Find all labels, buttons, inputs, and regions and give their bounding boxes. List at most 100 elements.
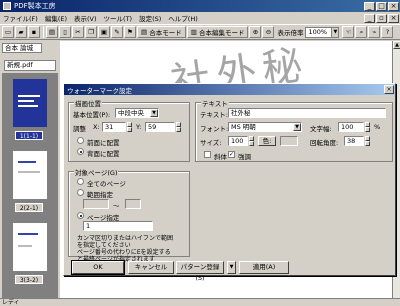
base-position-select[interactable]: 中段中央 ▼ [115, 108, 159, 118]
text-group-title: テキスト [201, 98, 229, 108]
text-group: テキスト テキスト: 社外秘 フォント: MS 明朝 ▼ 文字幅: 100 % … [195, 98, 393, 162]
rotation-label: 回転角度: [310, 139, 339, 147]
ok-button[interactable]: OK [71, 260, 125, 275]
back-radio[interactable] [77, 148, 84, 155]
y-spinner[interactable] [176, 122, 181, 132]
rotation-input[interactable]: 38 [344, 136, 364, 146]
thumbnail-line [18, 95, 40, 97]
range-start-input[interactable] [83, 199, 109, 209]
spacing-input[interactable]: 100 [338, 122, 364, 132]
maximize-button[interactable]: □ [376, 1, 387, 11]
all-pages-radio[interactable] [77, 178, 84, 185]
new-icon[interactable]: ▭ [2, 26, 14, 38]
hand-icon[interactable]: ☜ [342, 26, 355, 38]
menu-view[interactable]: 表示(V) [74, 13, 97, 23]
spacing-label: 文字幅: [310, 125, 332, 133]
book-name-label: 合本 論城 [2, 43, 42, 53]
position-group-title: 描画位置 [74, 98, 102, 108]
font-select[interactable]: MS 明朝 ▼ [228, 122, 302, 132]
apply-button[interactable]: 適用(A) [239, 261, 289, 274]
flag-icon[interactable]: ⚑ [124, 26, 136, 38]
book-edit-mode-label: 合本編集モード [198, 29, 245, 37]
register-pattern-button[interactable]: パターン登録(S) [176, 261, 224, 282]
base-position-value: 中段中央 [118, 109, 144, 117]
doc-close-button[interactable]: × [388, 13, 399, 23]
target-pages-group-title: 対象ページ(G) [74, 167, 119, 177]
spin-down-icon[interactable] [365, 127, 370, 132]
x-spinner[interactable] [127, 122, 132, 132]
page-spec-input[interactable]: 1 [83, 221, 153, 231]
close-button[interactable]: × [388, 1, 399, 11]
spin-down-icon[interactable] [127, 127, 132, 132]
bold-checkbox[interactable]: ✓ [228, 151, 235, 158]
book-edit-mode-button[interactable]: ▥ 合本編集モード [186, 26, 249, 38]
rotation-spinner[interactable] [365, 136, 370, 146]
paste-icon[interactable]: ▣ [98, 26, 110, 38]
spacing-unit: % [374, 123, 381, 131]
book-mode-button[interactable]: ▤ 合本モード [137, 26, 186, 38]
doc-minimize-button[interactable]: _ [364, 13, 375, 23]
pattern-dropdown-button[interactable]: ▼ [227, 261, 236, 274]
spin-down-icon[interactable] [249, 141, 254, 146]
find-icon[interactable]: ⌕ [355, 26, 368, 38]
scroll-up-icon[interactable]: ▲ [393, 41, 400, 49]
spin-down-icon[interactable] [365, 141, 370, 146]
y-input[interactable]: 59 [145, 122, 175, 132]
size-input[interactable]: 100 [228, 136, 248, 146]
watermark-text-input[interactable]: 社外秘 [228, 108, 386, 118]
menu-tools[interactable]: ツール(T) [104, 13, 133, 23]
range-label: 範囲指定 [87, 191, 113, 199]
chevron-down-icon: ▼ [331, 27, 339, 37]
dialog-close-button[interactable]: × [384, 85, 394, 94]
copy-icon[interactable]: ❐ [85, 26, 97, 38]
help-icon[interactable]: ? [381, 26, 394, 38]
status-bar: レディ [0, 298, 400, 306]
save-icon[interactable]: ▪ [28, 26, 40, 38]
cancel-button[interactable]: キャンセル [128, 261, 174, 274]
zoom-out-icon[interactable]: ⊖ [262, 26, 275, 38]
book-mode-label: 合本モード [149, 29, 182, 37]
link-icon[interactable]: ⌁ [368, 26, 381, 38]
menubar: ファイル(F) 編集(E) 表示(V) ツール(T) 設定(S) ヘルプ(H) … [0, 12, 400, 24]
open-icon[interactable]: ▰ [15, 26, 27, 38]
spin-down-icon[interactable] [176, 127, 181, 132]
bold-label: 強調 [238, 153, 251, 161]
size-label: サイズ: [200, 139, 222, 147]
cut-icon[interactable]: ✂ [72, 26, 84, 38]
range-end-input[interactable] [125, 199, 141, 209]
thumbnail-line [18, 100, 34, 102]
y-label: Y: [136, 123, 142, 131]
zoom-in-icon[interactable]: ⊕ [249, 26, 262, 38]
front-radio[interactable] [77, 137, 84, 144]
menu-edit[interactable]: 編集(E) [45, 13, 67, 23]
page-icon[interactable]: ▯ [59, 26, 71, 38]
menu-help[interactable]: ヘルプ(H) [168, 13, 197, 23]
thumbnail-page-2[interactable] [13, 151, 47, 199]
app-icon [3, 2, 11, 10]
marker-icon[interactable]: ✎ [111, 26, 123, 38]
size-spinner[interactable] [249, 136, 254, 146]
italic-label: 斜体 [214, 153, 227, 161]
page-spec-radio[interactable] [77, 212, 84, 219]
thumbnail-page-3[interactable] [13, 223, 47, 271]
print-icon[interactable]: ▤ [46, 26, 58, 38]
doc-restore-button[interactable]: ▫ [376, 13, 387, 23]
spacing-spinner[interactable] [365, 122, 370, 132]
italic-checkbox[interactable] [204, 151, 211, 158]
x-input[interactable]: 31 [102, 122, 126, 132]
thumbnail-line [18, 245, 32, 247]
menu-file[interactable]: ファイル(F) [3, 13, 38, 23]
zoom-select[interactable]: 100% ▼ [305, 26, 340, 38]
color-button[interactable]: 色: [258, 136, 276, 146]
text-label: テキスト: [200, 111, 228, 119]
file-tab[interactable]: 新規.pdf [4, 60, 56, 71]
range-radio[interactable] [77, 189, 84, 196]
menu-settings[interactable]: 設定(S) [139, 13, 161, 23]
thumbnail-page-1[interactable] [13, 79, 47, 127]
thumbnail-line [18, 233, 38, 235]
toolbar: ▭ ▰ ▪ ▤ ▯ ✂ ❐ ▣ ✎ ⚑ ▤ 合本モード ▥ 合本編集モード ⊕ … [0, 24, 400, 40]
thumbnail-list[interactable]: 1(1-1) 2(2-1) 3(3-2) [2, 73, 58, 299]
thumbnail-line [18, 161, 36, 163]
thumbnail-line [18, 171, 40, 173]
minimize-button[interactable]: _ [364, 1, 375, 11]
